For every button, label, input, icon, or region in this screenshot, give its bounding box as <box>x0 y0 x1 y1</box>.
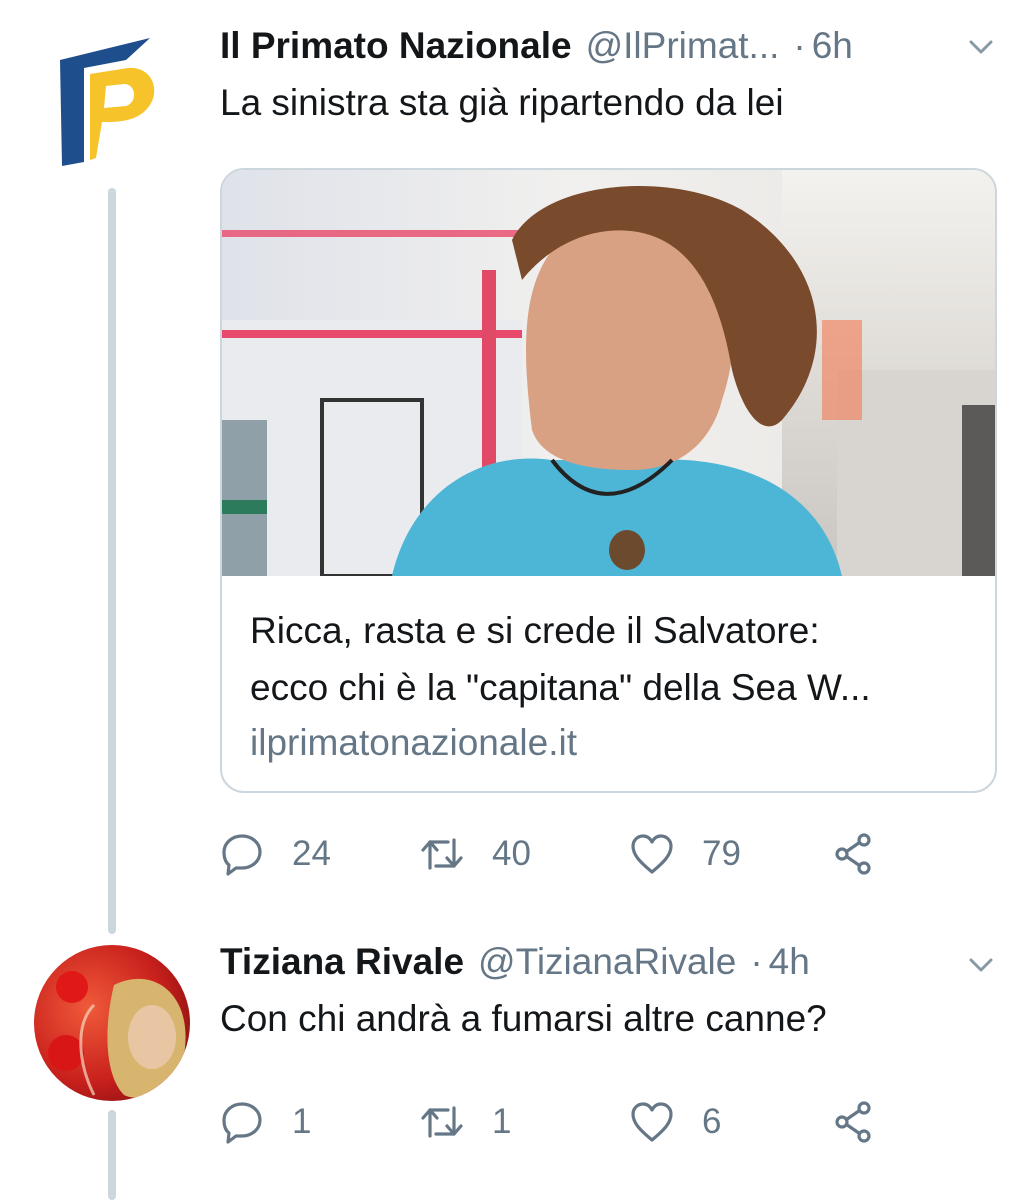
thread-line-bottom <box>108 1110 116 1200</box>
author-name[interactable]: Il Primato Nazionale <box>220 25 572 67</box>
retweet-count: 40 <box>492 834 531 873</box>
reply-button[interactable]: 24 <box>220 824 331 884</box>
timestamp[interactable]: 4h <box>769 941 810 983</box>
separator-dot: · <box>750 941 763 982</box>
tweet-header: Tiziana Rivale @TizianaRivale · 4h <box>220 934 994 990</box>
card-domain[interactable]: ilprimatonazionale.it <box>250 722 577 764</box>
reply-count: 24 <box>292 834 331 873</box>
like-count: 79 <box>702 834 741 873</box>
tweet-text: La sinistra sta già ripartendo da lei <box>220 82 784 123</box>
reply-count: 1 <box>292 1102 312 1141</box>
retweet-button[interactable]: 1 <box>420 1092 511 1152</box>
article-photo[interactable] <box>222 170 997 576</box>
primato-logo-icon[interactable] <box>50 30 162 170</box>
chevron-down-icon[interactable] <box>964 30 998 64</box>
like-button[interactable]: 79 <box>630 824 741 884</box>
like-button[interactable]: 6 <box>630 1092 721 1152</box>
chevron-down-icon[interactable] <box>964 948 998 982</box>
reply-icon <box>222 834 262 876</box>
tweet-actions: 24 40 79 <box>220 824 920 884</box>
user-avatar-photo[interactable] <box>34 945 190 1101</box>
share-icon <box>835 1101 871 1143</box>
retweet-button[interactable]: 40 <box>420 824 531 884</box>
reply-icon <box>222 1102 262 1144</box>
tweet-text: Con chi andrà a fumarsi altre canne? <box>220 998 827 1039</box>
share-icon <box>835 833 871 875</box>
reply-button[interactable]: 1 <box>220 1092 311 1152</box>
heart-icon <box>631 834 673 874</box>
tweet-actions: 1 1 6 <box>220 1092 920 1152</box>
card-title-line-1: Ricca, rasta e si crede il Salvatore: <box>250 610 820 651</box>
link-card[interactable]: Ricca, rasta e si crede il Salvatore: ec… <box>220 168 997 793</box>
like-count: 6 <box>702 1102 722 1141</box>
tweet-header: Il Primato Nazionale @IlPrimat... · 6h <box>220 18 994 74</box>
share-button[interactable] <box>832 1092 904 1152</box>
card-title[interactable]: Ricca, rasta e si crede il Salvatore: ec… <box>250 602 970 716</box>
share-button[interactable] <box>832 824 904 884</box>
timestamp[interactable]: 6h <box>812 25 853 67</box>
card-title-line-2: ecco chi è la "capitana" della Sea W... <box>250 667 871 708</box>
heart-icon <box>631 1102 673 1142</box>
author-name[interactable]: Tiziana Rivale <box>220 941 464 983</box>
thread-line-top <box>108 188 116 934</box>
separator-dot: · <box>793 25 806 66</box>
retweet-icon <box>421 838 463 870</box>
author-handle[interactable]: @IlPrimat... <box>586 25 780 67</box>
author-handle[interactable]: @TizianaRivale <box>478 941 736 983</box>
retweet-icon <box>421 1106 463 1138</box>
retweet-count: 1 <box>492 1102 512 1141</box>
